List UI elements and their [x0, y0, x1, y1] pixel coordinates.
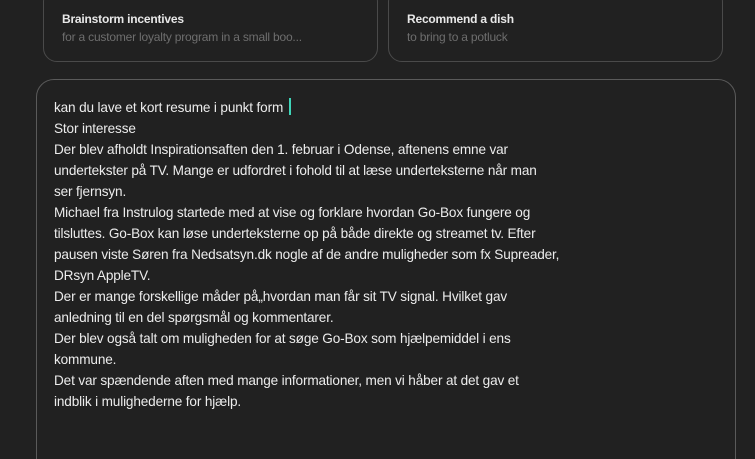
message-line: DRsyn AppleTV.: [54, 268, 151, 283]
message-line: indblik i mulighederne for hjælp.: [54, 394, 241, 409]
suggestion-card-brainstorm[interactable]: Brainstorm incentives for a customer loy…: [43, 0, 378, 62]
message-line: ser fjernsyn.: [54, 184, 127, 199]
message-composer[interactable]: kan du lave et kort resume i punkt form …: [36, 79, 736, 459]
suggestion-card-recommend[interactable]: Recommend a dish to bring to a potluck: [388, 0, 723, 62]
message-line: kommune.: [54, 352, 117, 367]
text-cursor: [289, 98, 292, 115]
suggestion-subtitle: for a customer loyalty program in a smal…: [62, 30, 302, 44]
message-line: Det var spændende aften med mange inform…: [54, 373, 519, 388]
message-line: Michael fra Instrulog startede med at vi…: [54, 205, 531, 220]
chat-page: Brainstorm incentives for a customer loy…: [0, 0, 755, 459]
suggestion-title: Recommend a dish: [407, 12, 514, 26]
message-line: undertekster på TV. Mange er udfordret i…: [54, 163, 537, 178]
message-line: tilsluttes. Go-Box kan løse undertekster…: [54, 226, 536, 241]
message-line: anledning til en del spørgsmål og kommen…: [54, 310, 334, 325]
suggestion-subtitle: to bring to a potluck: [407, 30, 508, 44]
message-input[interactable]: kan du lave et kort resume i punkt form …: [54, 97, 714, 412]
message-line: kan du lave et kort resume i punkt form: [54, 97, 714, 118]
message-line: Stor interesse: [54, 121, 136, 136]
message-line: Der blev afholdt Inspirationsaften den 1…: [54, 142, 508, 157]
suggestion-title: Brainstorm incentives: [62, 12, 184, 26]
message-line-text: kan du lave et kort resume i punkt form: [54, 100, 284, 115]
message-line: pausen viste Søren fra Nedsatsyn.dk nogl…: [54, 247, 560, 262]
message-line: Der blev også talt om muligheden for at …: [54, 331, 511, 346]
message-line: Der er mange forskellige måder på„hvorda…: [54, 289, 508, 304]
